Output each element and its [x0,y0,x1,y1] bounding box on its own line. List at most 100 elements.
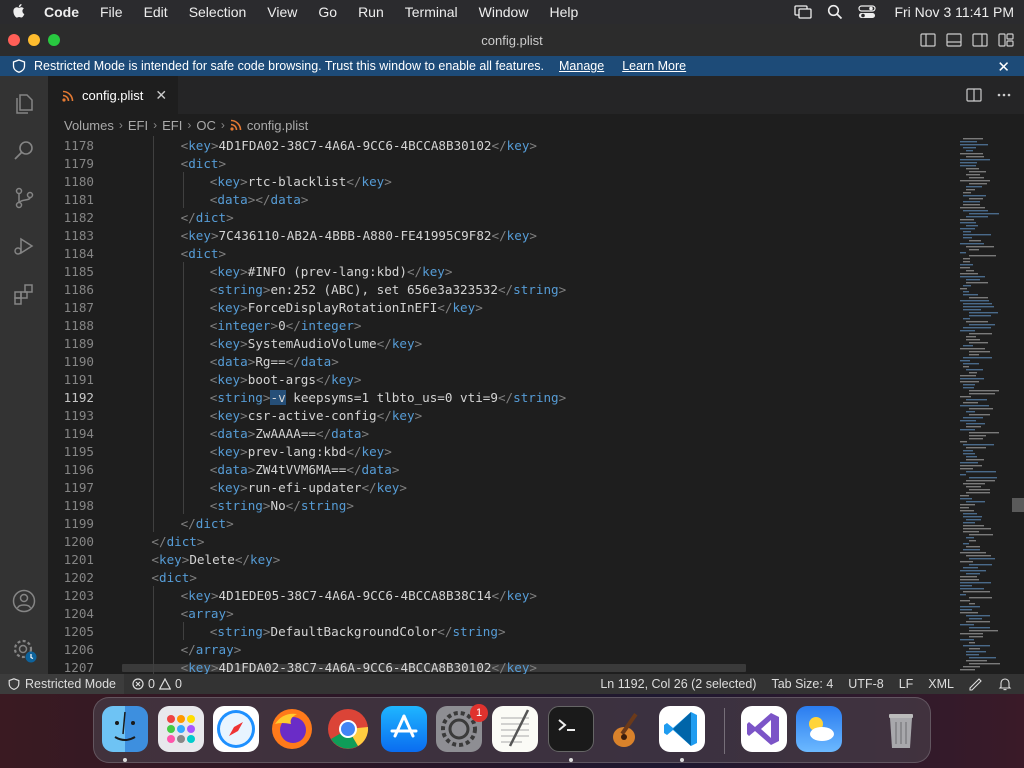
spotlight-search-icon[interactable] [826,4,844,20]
code-line[interactable]: 1185 <key>#INFO (prev-lang:kbd)</key> [48,262,908,280]
breadcrumb-volumes[interactable]: Volumes [64,118,114,133]
toggle-panel-icon[interactable] [946,33,962,47]
split-editor-icon[interactable] [966,88,982,102]
source-control-icon[interactable] [12,186,36,210]
toggle-secondary-sidebar-icon[interactable] [972,33,988,47]
customize-layout-icon[interactable] [998,33,1014,47]
textedit-icon[interactable] [492,706,538,752]
run-and-debug-icon[interactable] [12,234,36,258]
firefox-icon[interactable] [269,706,315,752]
menu-view[interactable]: View [267,4,297,20]
code-line[interactable]: 1202 <dict> [48,568,908,586]
code-line[interactable]: 1178 <key>4D1FDA02-38C7-4A6A-9CC6-4BCCA8B… [48,136,908,154]
launchpad-icon[interactable] [158,706,204,752]
breadcrumb-config-plist[interactable]: config.plist [247,118,308,133]
code-line[interactable]: 1203 <key>4D1EDE05-38C7-4A6A-9CC6-4BCCA8B… [48,586,908,604]
more-actions-icon[interactable] [996,88,1012,102]
extensions-icon[interactable] [12,282,36,306]
menu-terminal[interactable]: Terminal [405,4,458,20]
status-restricted-mode[interactable]: Restricted Mode [0,674,125,694]
breadcrumb-oc[interactable]: OC [196,118,216,133]
menu-selection[interactable]: Selection [189,4,247,20]
code-line[interactable]: 1179 <dict> [48,154,908,172]
code-line[interactable]: 1190 <data>Rg==</data> [48,352,908,370]
status-encoding[interactable]: UTF-8 [848,677,883,691]
code-line[interactable]: 1187 <key>ForceDisplayRotationInEFI</key> [48,298,908,316]
app-store-icon[interactable] [381,706,427,752]
code-editor[interactable]: 1178 <key>4D1FDA02-38C7-4A6A-9CC6-4BCCA8B… [48,136,1024,674]
indent-guide [182,316,184,334]
apple-menu-icon[interactable] [10,2,30,22]
code-line[interactable]: 1188 <integer>0</integer> [48,316,908,334]
code-line[interactable]: 1193 <key>csr-active-config</key> [48,406,908,424]
minimap[interactable] [958,136,1018,674]
menu-window[interactable]: Window [479,4,529,20]
visual-studio-icon[interactable] [741,706,787,752]
rss-file-icon [62,90,74,102]
code-line[interactable]: 1205 <string>DefaultBackgroundColor</stri… [48,622,908,640]
code-line[interactable]: 1195 <key>prev-lang:kbd</key> [48,442,908,460]
menu-file[interactable]: File [100,4,123,20]
chrome-icon[interactable] [325,706,371,752]
weather-icon[interactable] [796,706,842,752]
explorer-icon[interactable] [12,92,36,116]
status-tab-size[interactable]: Tab Size: 4 [771,677,833,691]
breadcrumb-efi[interactable]: EFI [128,118,148,133]
minimap-line [966,336,976,338]
code-line[interactable]: 1197 <key>run-efi-updater</key> [48,478,908,496]
banner-learn-more-link[interactable]: Learn More [622,59,686,73]
menu-help[interactable]: Help [549,4,578,20]
code-line[interactable]: 1196 <data>ZW4tVVM6MA==</data> [48,460,908,478]
toggle-primary-sidebar-icon[interactable] [920,33,936,47]
menu-edit[interactable]: Edit [144,4,168,20]
menubar-clock[interactable]: Fri Nov 3 11:41 PM [894,4,1014,20]
terminal-icon[interactable] [548,706,594,752]
code-line[interactable]: 1199 </dict> [48,514,908,532]
code-line[interactable]: 1182 </dict> [48,208,908,226]
safari-icon[interactable] [213,706,259,752]
minimap-line [966,555,991,557]
code-line[interactable]: 1189 <key>SystemAudioVolume</key> [48,334,908,352]
feedback-icon[interactable] [969,677,983,691]
finder-icon[interactable] [102,706,148,752]
code-line[interactable]: 1207 <key>4D1FDA02-38C7-4A6A-9CC6-4BCCA8B… [48,658,908,675]
xml-bracket: > [226,209,234,225]
screen-mirroring-icon[interactable] [794,4,813,20]
code-line[interactable]: 1191 <key>boot-args</key> [48,370,908,388]
code-line[interactable]: 1184 <dict> [48,244,908,262]
vertical-scrollbar-thumb[interactable] [1012,498,1024,512]
vscode-icon[interactable] [659,706,705,752]
code-line[interactable]: 1183 <key>7C436110-AB2A-4BBB-A880-FE41995… [48,226,908,244]
code-line[interactable]: 1181 <data></data> [48,190,908,208]
minimap-line [966,546,980,548]
accounts-icon[interactable] [12,589,36,613]
notifications-bell-icon[interactable] [998,677,1012,691]
code-line[interactable]: 1192 <string>-v keepsyms=1 tlbto_us=0 vti… [48,388,908,406]
code-line[interactable]: 1201 <key>Delete</key> [48,550,908,568]
status-problems[interactable]: 0 0 [132,677,182,691]
tab-config-plist[interactable]: config.plist ✕ [48,76,178,114]
status-cursor-position[interactable]: Ln 1192, Col 26 (2 selected) [600,677,756,691]
status-eol[interactable]: LF [899,677,914,691]
code-line[interactable]: 1206 </array> [48,640,908,658]
banner-close-icon[interactable]: ✕ [997,58,1010,76]
code-line[interactable]: 1204 <array> [48,604,908,622]
code-line[interactable]: 1180 <key>rtc-blacklist</key> [48,172,908,190]
code-line[interactable]: 1194 <data>ZwAAAA==</data> [48,424,908,442]
search-icon[interactable] [12,138,36,162]
code-line[interactable]: 1186 <string>en:252 (ABC), set 656e3a3235… [48,280,908,298]
menu-go[interactable]: Go [318,4,337,20]
banner-manage-link[interactable]: Manage [559,59,604,73]
breadcrumb-efi-inner[interactable]: EFI [162,118,182,133]
manage-gear-icon[interactable] [12,638,37,663]
code-line[interactable]: 1198 <string>No</string> [48,496,908,514]
menu-run[interactable]: Run [358,4,384,20]
tab-close-icon[interactable]: ✕ [155,87,167,104]
control-center-icon[interactable] [858,4,877,20]
status-language[interactable]: XML [928,677,954,691]
garageband-icon[interactable] [604,706,650,752]
xml-text: 4D1FDA02-38C7-4A6A-9CC6-4BCCA8B30102 [218,137,492,153]
trash-icon[interactable] [878,706,924,752]
code-line[interactable]: 1200 </dict> [48,532,908,550]
menu-app-name[interactable]: Code [44,4,79,20]
